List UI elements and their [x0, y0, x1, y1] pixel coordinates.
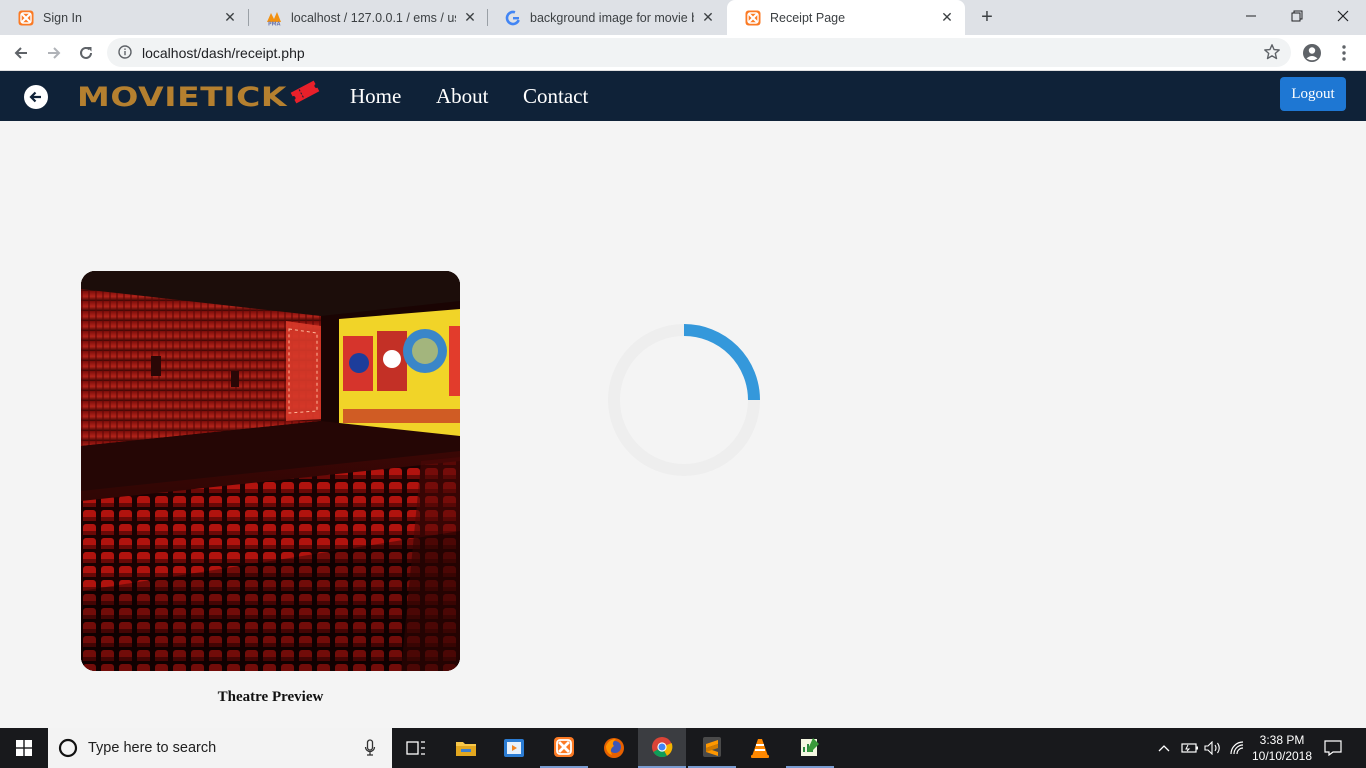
nav-home-link[interactable]: Home: [350, 84, 401, 109]
browser-tab-strip: Sign In ✕ PMA localhost / 127.0.0.1 / em…: [0, 0, 1366, 35]
back-arrow-icon[interactable]: [24, 85, 48, 109]
menu-kebab-icon[interactable]: [1332, 41, 1356, 65]
xampp-icon: [745, 10, 761, 26]
media-player-icon[interactable]: [490, 728, 538, 768]
speaker-icon[interactable]: [1203, 728, 1223, 768]
notifications-icon[interactable]: [1322, 728, 1344, 768]
nav-about-link[interactable]: About: [436, 84, 489, 109]
system-clock[interactable]: 3:38 PM 10/10/2018: [1246, 732, 1318, 764]
battery-icon[interactable]: [1180, 728, 1200, 768]
close-icon[interactable]: ✕: [462, 9, 478, 26]
back-arrow-icon[interactable]: [9, 41, 33, 65]
firefox-icon[interactable]: [590, 728, 638, 768]
tab-title: background image for movie booking: [530, 10, 694, 25]
close-icon[interactable]: ✕: [939, 9, 955, 26]
clock-date: 10/10/2018: [1251, 749, 1313, 763]
address-url: localhost/dash/receipt.php: [142, 45, 305, 61]
reload-icon[interactable]: [74, 41, 98, 65]
address-bar[interactable]: localhost/dash/receipt.php: [107, 38, 1291, 67]
microphone-icon[interactable]: [364, 739, 376, 757]
forward-arrow-icon[interactable]: [42, 41, 66, 65]
google-icon: [505, 10, 521, 26]
ticket-icon: [290, 80, 320, 104]
close-icon[interactable]: ✕: [222, 9, 238, 26]
tab-title: localhost / 127.0.0.1 / ems / users: [291, 10, 456, 25]
theatre-preview-image: [81, 271, 460, 671]
chrome-icon[interactable]: [638, 728, 686, 768]
windows-start-icon[interactable]: [0, 728, 48, 768]
chevron-up-icon[interactable]: [1156, 728, 1172, 768]
close-window-icon[interactable]: [1320, 0, 1366, 32]
theatre-caption: Theatre Preview: [217, 689, 324, 705]
windows-taskbar: Type here to search 3:38 PM 10/10/2018: [0, 728, 1366, 768]
svg-text:PMA: PMA: [268, 21, 281, 26]
loading-spinner-arc: [683, 324, 760, 401]
phpmyadmin-icon: PMA: [266, 10, 282, 26]
cortana-icon: [58, 738, 78, 758]
loading-spinner: [608, 324, 760, 476]
site-navbar: MOVIETICK Home About Contact Logout: [0, 71, 1366, 121]
tab-google-search[interactable]: background image for movie booking ✕: [487, 0, 726, 35]
task-view-icon[interactable]: [392, 728, 440, 768]
tab-sign-in[interactable]: Sign In ✕: [0, 0, 248, 35]
notepad-chart-icon[interactable]: [786, 728, 834, 768]
sublime-text-icon[interactable]: [688, 728, 736, 768]
tab-receipt-page[interactable]: Receipt Page ✕: [727, 0, 965, 35]
tab-title: Receipt Page: [770, 10, 846, 25]
browser-toolbar: localhost/dash/receipt.php: [0, 35, 1366, 71]
nav-contact-link[interactable]: Contact: [523, 84, 588, 109]
bookmark-star-icon[interactable]: [1263, 43, 1281, 66]
file-explorer-icon[interactable]: [442, 728, 490, 768]
info-icon[interactable]: [118, 45, 132, 64]
site-logo[interactable]: MOVIETICK: [77, 80, 320, 114]
close-icon[interactable]: ✕: [700, 9, 716, 26]
restore-icon[interactable]: [1274, 0, 1320, 32]
clock-time: 3:38 PM: [1259, 733, 1305, 747]
taskbar-search-placeholder: Type here to search: [88, 740, 217, 756]
minimize-icon[interactable]: [1228, 0, 1274, 32]
vlc-icon[interactable]: [736, 728, 784, 768]
tab-title: Sign In: [43, 10, 82, 25]
taskbar-search-box[interactable]: Type here to search: [48, 728, 392, 768]
logo-text: MOVIETICK: [77, 81, 288, 113]
wifi-icon[interactable]: [1228, 728, 1246, 768]
xampp-icon: [18, 10, 34, 26]
profile-icon[interactable]: [1300, 41, 1324, 65]
xampp-icon[interactable]: [540, 728, 588, 768]
new-tab-button[interactable]: +: [977, 7, 997, 27]
logout-button[interactable]: Logout: [1280, 77, 1346, 111]
tab-phpmyadmin[interactable]: PMA localhost / 127.0.0.1 / ems / users …: [248, 0, 488, 35]
